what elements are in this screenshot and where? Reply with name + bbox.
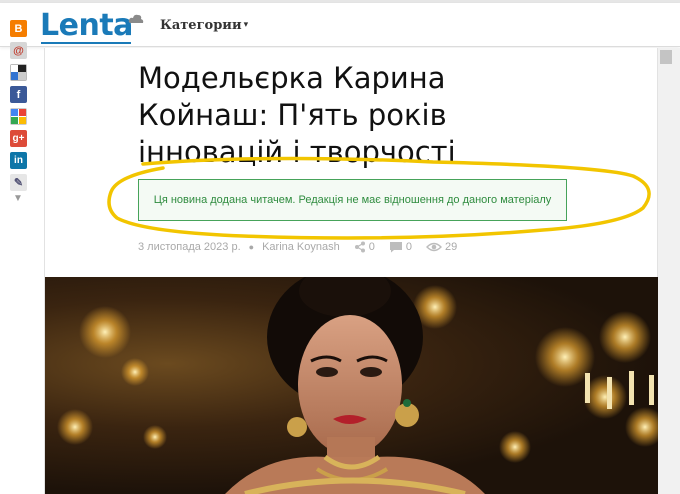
- article-meta: 3 листопада 2023 р. ● Karina Koynash 0 0…: [138, 241, 457, 253]
- view-count-value: 29: [445, 241, 458, 253]
- logo-underline: [41, 42, 131, 44]
- blogger-icon[interactable]: B: [10, 20, 27, 37]
- share-count[interactable]: 0: [354, 241, 375, 253]
- view-count: 29: [426, 241, 457, 253]
- categories-menu[interactable]: Категории ▾: [160, 18, 248, 33]
- article-author[interactable]: Karina Koynash: [262, 241, 340, 253]
- more-icon[interactable]: ▼: [13, 193, 23, 204]
- article-title: Модельєрка Карина Койнаш: П'ять років ін…: [138, 61, 456, 169]
- google-bookmarks-icon[interactable]: [10, 108, 27, 125]
- comment-count-value: 0: [405, 241, 412, 253]
- site-logo[interactable]: Lenta: [40, 8, 144, 44]
- share-count-value: 0: [368, 241, 375, 253]
- comment-count[interactable]: 0: [389, 241, 412, 253]
- eye-icon: [426, 242, 442, 252]
- article-hero-image: [45, 277, 659, 494]
- article-date: 3 листопада 2023 р.: [138, 241, 241, 253]
- reader-submission-notice: Ця новина додана читачем. Редакція не ма…: [138, 179, 567, 221]
- scrollbar-track[interactable]: [658, 48, 680, 494]
- article-container: Модельєрка Карина Койнаш: П'ять років ін…: [44, 48, 659, 494]
- hero-illustration: [57, 277, 659, 494]
- google-plus-icon[interactable]: g+: [10, 130, 27, 147]
- chevron-down-icon: ▾: [243, 20, 249, 30]
- categories-label: Категории: [160, 18, 242, 33]
- facebook-icon[interactable]: f: [10, 86, 27, 103]
- bookmark-icon[interactable]: ✎: [10, 174, 27, 191]
- logo-text: Lenta: [40, 8, 133, 43]
- myworld-icon[interactable]: @: [10, 42, 27, 59]
- scrollbar-thumb[interactable]: [660, 50, 672, 64]
- logo-cloud-icon: [128, 14, 144, 23]
- site-header: Lenta Категории ▾: [0, 3, 680, 47]
- delicious-icon[interactable]: [10, 64, 27, 81]
- separator-dot: ●: [248, 242, 255, 252]
- comment-icon: [389, 242, 402, 253]
- linkedin-icon[interactable]: in: [10, 152, 27, 169]
- share-icon: [354, 241, 365, 253]
